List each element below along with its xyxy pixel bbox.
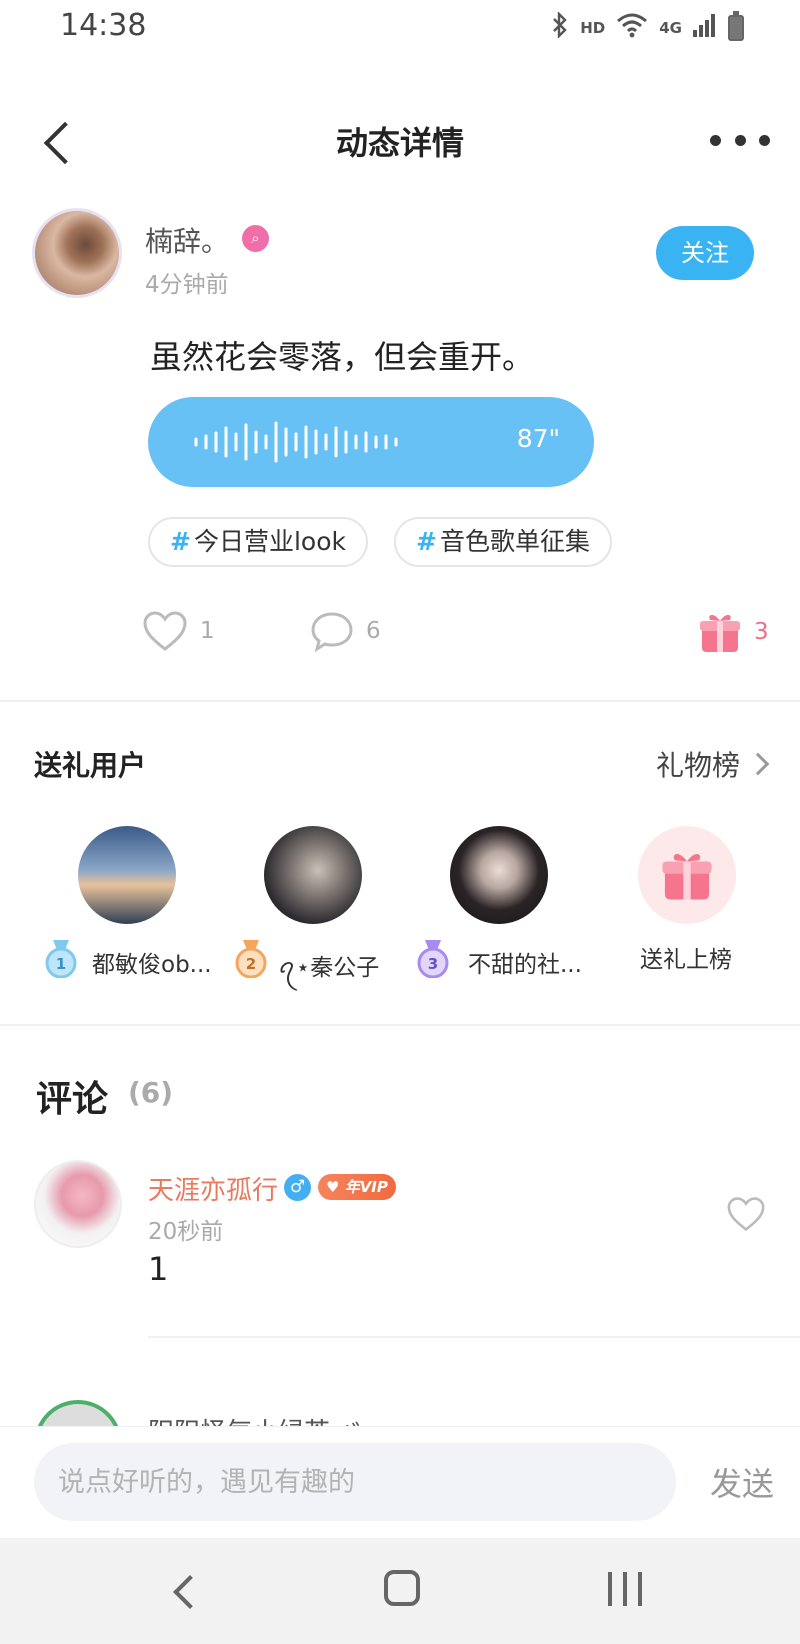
- network-type: 4G: [659, 18, 682, 37]
- gift-section-title: 送礼用户: [34, 749, 147, 782]
- comments-title: 评论: [36, 1079, 109, 1120]
- vip-badge: ♥ 年VIP: [318, 1174, 396, 1200]
- comment-text: 1: [148, 1250, 169, 1288]
- section-divider: [0, 700, 800, 702]
- author-name[interactable]: 楠辞。: [145, 220, 229, 260]
- vip-label: 年VIP: [344, 1178, 388, 1196]
- hd-indicator: HD: [580, 18, 606, 37]
- comment-button[interactable]: 6: [310, 610, 381, 652]
- dot-icon: [759, 134, 770, 146]
- comment-bubble-icon: [311, 612, 353, 652]
- gift-user-avatar[interactable]: [78, 826, 176, 924]
- author-avatar[interactable]: [32, 208, 122, 298]
- gift-user-avatar[interactable]: [264, 826, 362, 924]
- comment-divider: [148, 1336, 800, 1338]
- wifi-icon: [615, 12, 649, 43]
- nav-home-icon[interactable]: [384, 1570, 420, 1606]
- comment-time: 20秒前: [148, 1219, 224, 1245]
- bluetooth-icon: [550, 11, 570, 43]
- commenter-avatar[interactable]: [34, 1160, 122, 1248]
- comment-count: 6: [366, 618, 381, 644]
- status-icons: HD 4G: [550, 10, 744, 43]
- gift-user-name[interactable]: 不甜的社...: [468, 945, 582, 979]
- gift-button[interactable]: 3: [698, 610, 769, 654]
- send-button[interactable]: 发送: [710, 1459, 774, 1505]
- rank-number: 1: [56, 955, 66, 973]
- gift-rank-link[interactable]: 礼物榜: [655, 744, 770, 784]
- commenter-name[interactable]: 天涯亦孤行: [148, 1170, 278, 1207]
- gift-count: 3: [754, 619, 769, 645]
- waveform-icon: [194, 421, 398, 463]
- post-time: 4分钟前: [145, 272, 229, 298]
- hashtag-icon: #: [170, 527, 191, 556]
- more-options-button[interactable]: [710, 120, 770, 160]
- status-bar: 14:38 HD 4G: [0, 0, 800, 56]
- like-count: 1: [200, 618, 215, 644]
- gift-user-name[interactable]: ꪖ⋆秦公子: [278, 945, 379, 993]
- dot-icon: [734, 134, 746, 146]
- hashtag-icon: #: [416, 527, 437, 556]
- follow-button[interactable]: 关注: [656, 226, 754, 280]
- rank-number: 2: [246, 955, 256, 973]
- rank-medal-icon: 1: [45, 940, 77, 978]
- comment-input-bar: 发送: [0, 1426, 800, 1538]
- rank-medal-icon: 3: [417, 940, 449, 978]
- male-gender-icon: ♂: [284, 1174, 311, 1201]
- gift-user-name[interactable]: 都敏俊ob...: [92, 945, 212, 979]
- nav-recent-apps-icon[interactable]: [608, 1572, 642, 1606]
- section-divider: [0, 1024, 800, 1026]
- send-gift-button[interactable]: [638, 826, 736, 924]
- signal-icon: [692, 12, 718, 43]
- rank-medal-icon: 2: [235, 940, 267, 978]
- comment-input[interactable]: [34, 1443, 676, 1521]
- topic-tag[interactable]: # 音色歌单征集: [394, 517, 612, 567]
- status-time: 14:38: [60, 8, 147, 43]
- dot-icon: [710, 134, 721, 146]
- top-app-bar: 动态详情: [0, 100, 800, 184]
- post-text: 虽然花会零落，但会重开。: [150, 338, 535, 376]
- search-badge-icon: ⌕: [242, 225, 269, 252]
- voice-duration: 87": [516, 424, 560, 453]
- system-nav-bar: [0, 1538, 800, 1644]
- gift-user-avatar[interactable]: [450, 826, 548, 924]
- heart-icon: [143, 611, 187, 651]
- like-button[interactable]: 1: [142, 610, 215, 652]
- chevron-right-icon: [746, 752, 770, 776]
- comment-like-heart-icon[interactable]: [726, 1196, 766, 1232]
- topic-label: 音色歌单征集: [439, 527, 590, 556]
- gift-icon: [662, 853, 712, 900]
- nav-back-icon[interactable]: [168, 1572, 204, 1612]
- topic-label: 今日营业look: [193, 527, 346, 556]
- topic-tag[interactable]: # 今日营业look: [148, 517, 368, 567]
- gift-icon: [700, 614, 740, 652]
- send-gift-label[interactable]: 送礼上榜: [640, 940, 732, 974]
- voice-message-player[interactable]: 87": [148, 397, 594, 487]
- gift-rank-label: 礼物榜: [655, 749, 740, 782]
- heart-icon: ♥: [326, 1178, 340, 1196]
- comments-count: (6): [128, 1076, 174, 1109]
- rank-number: 3: [428, 955, 438, 973]
- battery-icon: [728, 10, 744, 41]
- page-title: 动态详情: [335, 124, 464, 162]
